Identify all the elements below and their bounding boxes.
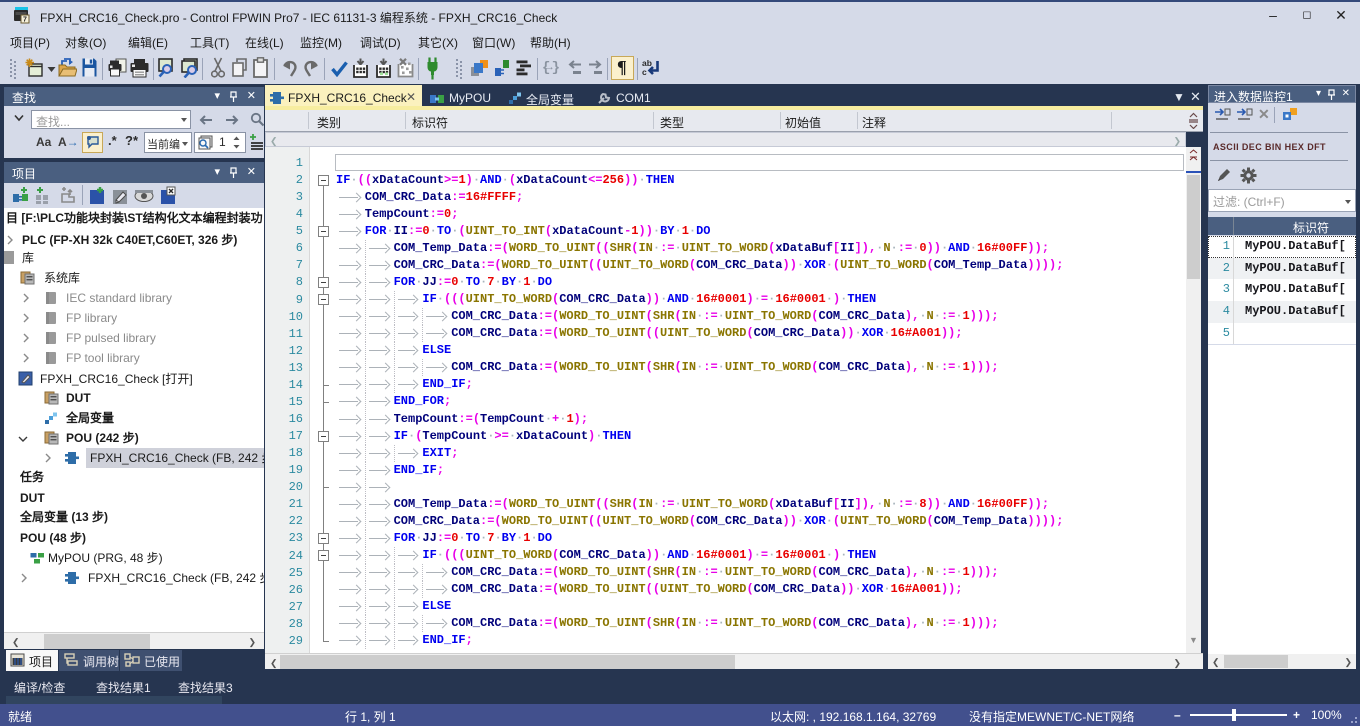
svg-text:7: 7 (23, 17, 27, 24)
svg-text:c: c (642, 67, 647, 77)
